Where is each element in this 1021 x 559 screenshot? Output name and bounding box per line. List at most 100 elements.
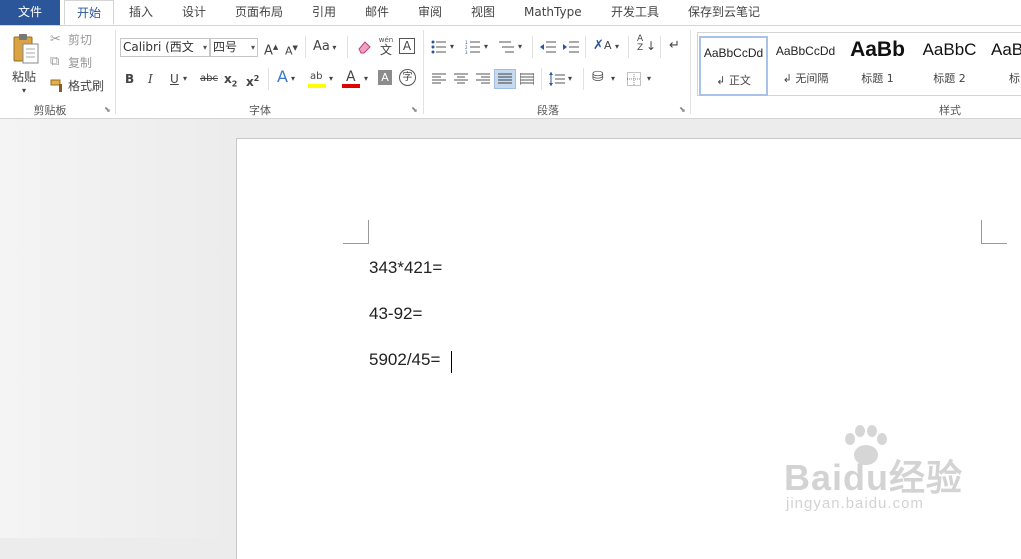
chinese-layout-a-icon: A <box>604 39 612 52</box>
grow-font-icon[interactable]: A▲ <box>264 38 278 60</box>
tab-mathtype[interactable]: MathType <box>524 0 582 25</box>
align-left-icon[interactable] <box>432 73 446 85</box>
copy-button[interactable]: ⧉ 复制 <box>50 54 110 72</box>
paste-button[interactable]: 粘贴 ▾ <box>6 30 46 96</box>
chevron-down-icon[interactable]: ▾ <box>364 70 368 88</box>
style-heading-1[interactable]: AaBb 标题 1 <box>843 36 912 96</box>
distributed-icon[interactable] <box>520 73 534 85</box>
subscript-2: 2 <box>231 79 238 89</box>
copy-label: 复制 <box>68 56 93 70</box>
character-border-icon[interactable]: A <box>399 38 415 54</box>
tab-references[interactable]: 引用 <box>312 0 336 25</box>
chevron-down-icon[interactable]: ▾ <box>647 70 651 88</box>
cut-label: 剪切 <box>68 33 93 47</box>
enclose-characters-icon[interactable]: 字 <box>399 69 416 86</box>
style-heading-2[interactable]: AaBbC 标题 2 <box>915 36 984 96</box>
tab-home[interactable]: 开始 <box>64 0 114 25</box>
chevron-down-icon[interactable]: ▾ <box>450 38 454 56</box>
tab-file[interactable]: 文件 <box>0 0 60 25</box>
document-line-1[interactable]: 343*421= <box>369 258 442 278</box>
subscript-button[interactable]: x2 <box>224 70 237 93</box>
phonetic-guide-icon[interactable]: wén 文 <box>377 36 395 58</box>
numbering-icon[interactable]: 1 2 3 <box>465 40 481 54</box>
strikethrough-button[interactable]: abc <box>200 70 218 88</box>
change-case-label: Aa <box>313 39 330 54</box>
tab-design[interactable]: 设计 <box>182 0 206 25</box>
font-size-combo[interactable]: 四号 ▾ <box>210 38 258 57</box>
divider <box>305 36 306 58</box>
chevron-down-icon[interactable]: ▾ <box>484 38 488 56</box>
document-line-3[interactable]: 5902/45= <box>369 350 440 370</box>
style-no-spacing[interactable]: AaBbCcDd ↲ 无间隔 <box>771 36 840 96</box>
divider <box>660 36 661 58</box>
divider <box>583 68 584 90</box>
align-center-icon[interactable] <box>454 73 468 85</box>
highlight-color-button[interactable]: ab <box>308 68 326 90</box>
chevron-down-icon[interactable]: ▾ <box>568 70 572 88</box>
chevron-down-icon[interactable]: ▾ <box>291 70 295 88</box>
group-separator <box>423 30 424 114</box>
divider <box>268 68 269 90</box>
text-effects-button[interactable]: A <box>277 68 288 86</box>
tab-insert[interactable]: 插入 <box>129 0 153 25</box>
tab-developer[interactable]: 开发工具 <box>611 0 659 25</box>
multilevel-list-icon[interactable] <box>499 40 515 54</box>
italic-button[interactable]: I <box>148 70 153 88</box>
copy-icon: ⧉ <box>50 54 60 69</box>
font-group-label: 字体 <box>249 104 271 117</box>
ribbon: 粘贴 ▾ ✂ 剪切 ⧉ 复制 格式刷 剪贴板 ⬊ Calibri (西文 ▾ 四… <box>0 26 1021 119</box>
paintbrush-icon <box>50 79 62 92</box>
style-heading-1-sample: AaBb <box>850 38 905 61</box>
tab-view[interactable]: 视图 <box>471 0 495 25</box>
clipboard-group-label: 剪贴板 <box>33 104 67 117</box>
clipboard-dialog-launcher-icon[interactable]: ⬊ <box>104 106 112 114</box>
paragraph-dialog-launcher-icon[interactable]: ⬊ <box>679 106 687 114</box>
font-dialog-launcher-icon[interactable]: ⬊ <box>411 106 419 114</box>
shrink-font-icon[interactable]: A▼ <box>285 39 298 61</box>
divider <box>628 36 629 58</box>
font-color-button[interactable]: A <box>342 68 360 90</box>
clear-formatting-icon[interactable] <box>356 39 372 55</box>
character-shading-icon[interactable]: A <box>378 70 392 85</box>
chevron-down-icon[interactable]: ▾ <box>183 70 187 88</box>
increase-indent-icon[interactable] <box>563 40 579 54</box>
style-no-spacing-sample: AaBbCcDd <box>775 44 836 58</box>
cut-button[interactable]: ✂ 剪切 <box>50 31 110 49</box>
document-line-2[interactable]: 43-92= <box>369 304 422 324</box>
chinese-layout-icon[interactable]: ✗ <box>593 37 604 55</box>
baidu-jingyan-watermark: Baidu经验 jingyan.baidu.com <box>780 425 1020 525</box>
sort-icon[interactable]: AZ <box>637 35 643 53</box>
svg-text:3: 3 <box>465 50 468 54</box>
style-title[interactable]: AaB 标 <box>987 36 1021 96</box>
change-case-button[interactable]: Aa ▾ <box>313 38 336 57</box>
divider <box>585 36 586 58</box>
tab-page-layout[interactable]: 页面布局 <box>235 0 283 25</box>
tab-review[interactable]: 审阅 <box>418 0 442 25</box>
style-normal[interactable]: AaBbCcDd ↲ 正文 <box>699 36 768 96</box>
chevron-down-icon[interactable]: ▾ <box>615 38 619 56</box>
superscript-button[interactable]: x2 <box>246 70 259 91</box>
bold-button[interactable]: B <box>125 70 134 88</box>
format-painter-button[interactable]: 格式刷 <box>50 77 110 95</box>
style-normal-name: ↲ 正文 <box>716 74 751 87</box>
tab-save-to-cloud-notes[interactable]: 保存到云笔记 <box>688 0 760 25</box>
paint-bucket-icon[interactable]: ⛁ <box>592 68 604 86</box>
align-right-icon[interactable] <box>476 73 490 85</box>
chevron-down-icon[interactable]: ▾ <box>329 70 333 88</box>
tab-mailings[interactable]: 邮件 <box>365 0 389 25</box>
decrease-indent-icon[interactable] <box>540 40 556 54</box>
show-marks-icon[interactable]: ↵ <box>669 37 680 55</box>
divider <box>541 68 542 90</box>
justify-button[interactable] <box>494 69 516 89</box>
chevron-down-icon[interactable]: ▾ <box>518 38 522 56</box>
ribbon-tab-bar: 文件 开始 插入 设计 页面布局 引用 邮件 审阅 视图 MathType 开发… <box>0 0 1021 26</box>
font-color-swatch <box>342 84 360 88</box>
line-spacing-icon[interactable] <box>549 72 565 86</box>
bullets-icon[interactable] <box>431 40 447 54</box>
borders-icon[interactable] <box>627 72 641 86</box>
watermark-brand: Baidu经验 <box>784 457 964 498</box>
chevron-down-icon[interactable]: ▾ <box>611 70 615 88</box>
underline-button[interactable]: U <box>170 70 179 88</box>
font-name-combo[interactable]: Calibri (西文 ▾ <box>120 38 210 57</box>
divider <box>347 36 348 58</box>
